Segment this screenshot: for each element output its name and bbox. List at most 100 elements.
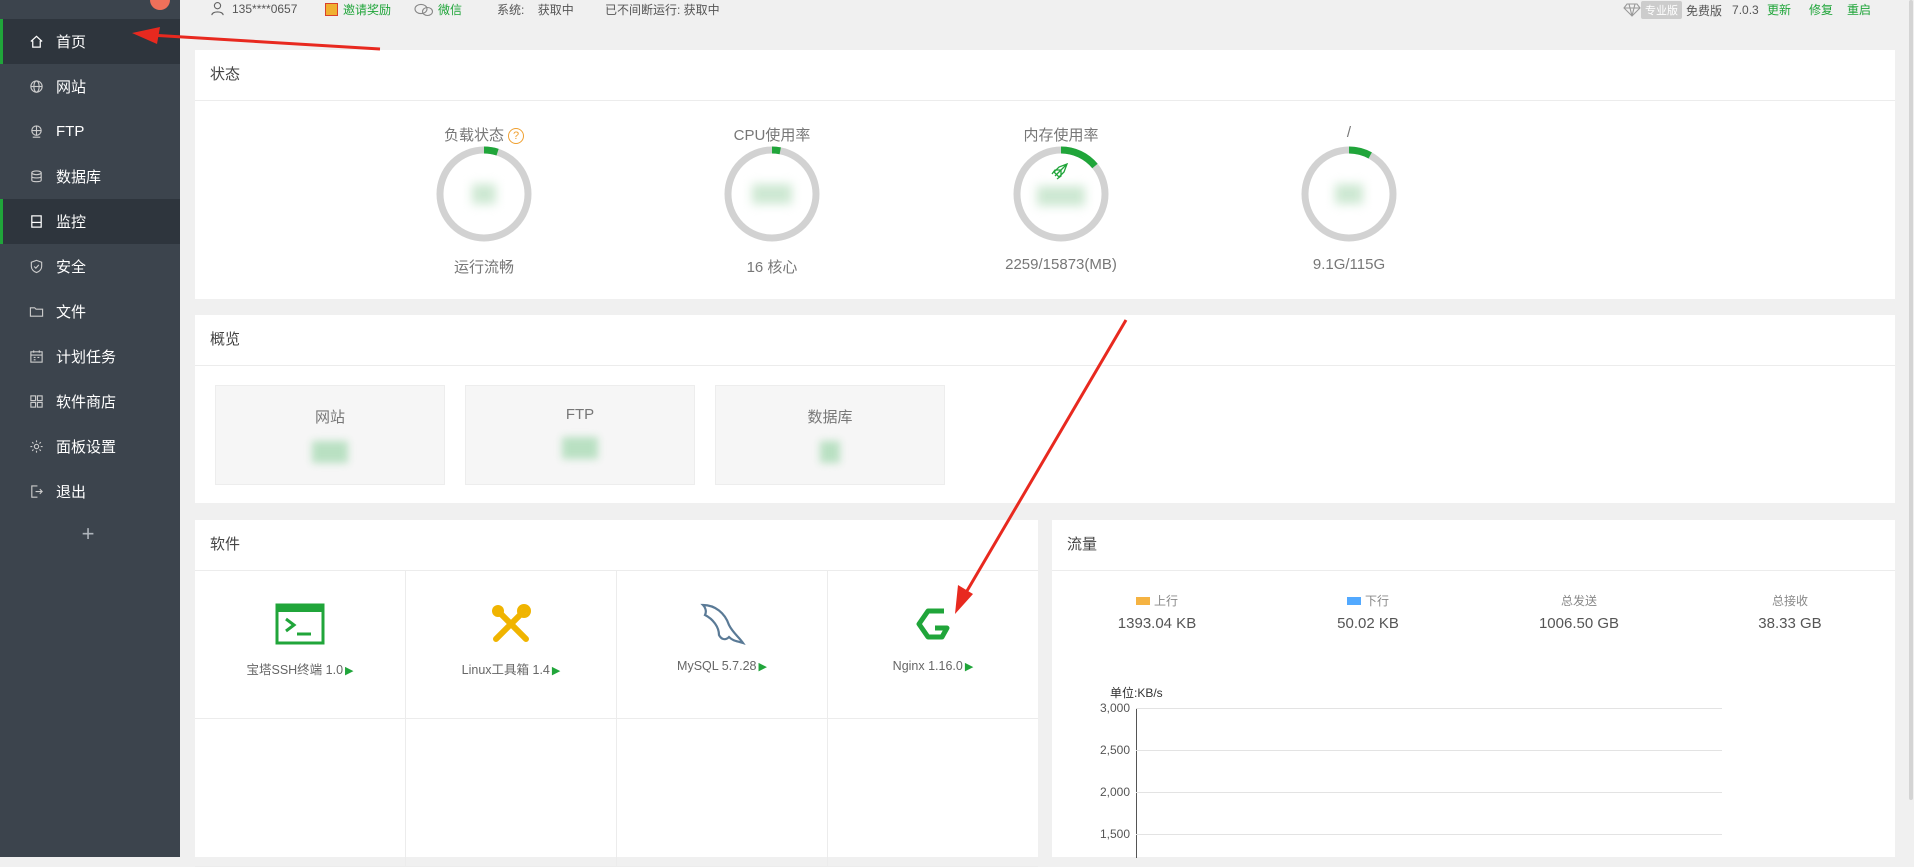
sidebar: 首页 网站 FTP 数据库 监控 安全 文件 计划任务 软件商店 面板设置 退出…: [0, 0, 180, 857]
sidebar-item-label: 软件商店: [56, 394, 117, 411]
add-shortcut-button[interactable]: +: [76, 522, 100, 546]
software-nginx[interactable]: Nginx 1.16.0 ▶: [828, 571, 1038, 719]
traffic-label: 总发送: [1560, 594, 1597, 608]
software-empty-slot[interactable]: [617, 719, 828, 867]
load-gauge[interactable]: 负载状态? 运行流畅: [404, 124, 564, 277]
home-icon: [28, 34, 44, 50]
sidebar-item-database[interactable]: 数据库: [0, 154, 180, 199]
globe-icon: [28, 79, 44, 95]
gauge-subtitle: 2259/15873(MB): [1005, 256, 1117, 273]
ftp-icon: [28, 124, 44, 140]
traffic-label: 上行: [1153, 594, 1178, 608]
chart-gridline: [1136, 834, 1722, 835]
annotation-arrow-home: [149, 33, 381, 51]
sidebar-item-label: 网站: [56, 79, 87, 96]
software-empty-slot[interactable]: [828, 719, 1038, 867]
sidebar-item-security[interactable]: 安全: [0, 244, 180, 289]
mysql-dolphin-icon: [695, 597, 749, 651]
sidebar-item-label: FTP: [56, 123, 85, 140]
terminal-icon: [273, 597, 327, 651]
sidebar-item-cron[interactable]: 计划任务: [0, 334, 180, 379]
sidebar-item-label: 面板设置: [56, 439, 117, 456]
scrollbar-thumb[interactable]: [1909, 0, 1913, 800]
page-scrollbar[interactable]: [1908, 0, 1914, 857]
sidebar-item-label: 计划任务: [56, 349, 117, 366]
software-empty-slot[interactable]: [406, 719, 617, 867]
play-icon[interactable]: ▶: [758, 661, 766, 673]
gear-icon: [28, 439, 44, 455]
software-empty-slot[interactable]: [195, 719, 406, 867]
software-ssh-terminal[interactable]: 宝塔SSH终端 1.0 ▶: [195, 571, 406, 719]
version-number: 7.0.3: [1732, 3, 1759, 17]
tools-icon: [484, 597, 538, 651]
sidebar-item-website[interactable]: 网站: [0, 64, 180, 109]
panel-title: 概览: [210, 331, 241, 348]
gauge-value-hidden: [752, 184, 792, 204]
gauge-ring: [722, 144, 822, 244]
software-mysql[interactable]: MySQL 5.7.28 ▶: [617, 571, 828, 719]
gauge-subtitle: 16 核心: [746, 259, 798, 276]
gauge-label: CPU使用率: [733, 127, 811, 144]
gauge-value-hidden: [1037, 186, 1085, 206]
rocket-icon[interactable]: [1051, 162, 1069, 180]
memory-gauge[interactable]: 内存使用率 2259/15873(MB): [981, 124, 1141, 273]
divider: [195, 100, 1895, 101]
divider: [1052, 570, 1895, 571]
top-info-bar: 135****0657 邀请奖励 微信 系统: 获取中 已不间断运行: 获取中 …: [195, 0, 1895, 19]
overview-label: 数据库: [807, 409, 853, 426]
panel-title: 流量: [1067, 536, 1098, 553]
gauge-subtitle: 9.1G/115G: [1312, 256, 1386, 273]
notification-badge[interactable]: [150, 0, 170, 10]
traffic-value: 38.33 GB: [1758, 615, 1822, 632]
overview-ftp-box[interactable]: FTP: [465, 385, 695, 485]
pro-edition-tag[interactable]: 专业版: [1641, 1, 1682, 19]
downstream-legend-swatch[interactable]: [1346, 596, 1361, 605]
wechat-link[interactable]: 微信: [414, 1, 462, 18]
traffic-panel: 流量 上行 1393.04 KB 下行 50.02 KB 总发送 1006.50…: [1052, 520, 1895, 858]
edition-info: 专业版 免费版 7.0.3: [1623, 1, 1759, 19]
chart-y-tick: 2,500: [1099, 743, 1130, 757]
sidebar-item-monitor[interactable]: 监控: [0, 199, 180, 244]
gift-icon: [325, 3, 338, 16]
overview-website-box[interactable]: 网站: [215, 385, 445, 485]
software-name: Nginx 1.16.0: [892, 659, 963, 673]
system-info: 系统: 获取中: [497, 3, 574, 17]
restart-button[interactable]: 重启: [1847, 1, 1871, 18]
play-icon[interactable]: ▶: [552, 665, 560, 677]
overview-panel: 概览 网站 FTP 数据库: [195, 315, 1895, 503]
invite-reward-link[interactable]: 邀请奖励: [325, 1, 391, 18]
monitor-icon: [28, 214, 44, 230]
folder-icon: [28, 304, 44, 320]
chart-gridline: [1136, 792, 1722, 793]
play-icon[interactable]: ▶: [965, 661, 973, 673]
panel-title: 状态: [210, 66, 241, 83]
sidebar-item-logout[interactable]: 退出: [0, 469, 180, 514]
play-icon[interactable]: ▶: [345, 665, 353, 677]
overview-database-box[interactable]: 数据库: [715, 385, 945, 485]
sidebar-item-label: 退出: [56, 484, 87, 501]
sidebar-item-files[interactable]: 文件: [0, 289, 180, 334]
disk-gauge[interactable]: / 9.1G/115G: [1269, 124, 1429, 273]
chart-gridline: [1136, 750, 1722, 751]
diamond-icon: [1623, 3, 1641, 17]
traffic-label: 总接收: [1771, 594, 1808, 608]
cpu-gauge[interactable]: CPU使用率 16 核心: [692, 124, 852, 277]
grid-icon: [28, 394, 44, 410]
sidebar-item-store[interactable]: 软件商店: [0, 379, 180, 424]
sidebar-item-home[interactable]: 首页: [0, 19, 180, 64]
sidebar-item-settings[interactable]: 面板设置: [0, 424, 180, 469]
user-account[interactable]: 135****0657: [210, 1, 297, 16]
nginx-icon: [906, 597, 960, 651]
sidebar-item-ftp[interactable]: FTP: [0, 109, 180, 154]
gauge-ring: [1299, 144, 1399, 244]
repair-button[interactable]: 修复: [1809, 1, 1833, 18]
upstream-legend-swatch[interactable]: [1135, 596, 1150, 605]
traffic-value: 1006.50 GB: [1538, 615, 1620, 632]
help-icon[interactable]: ?: [508, 128, 524, 144]
user-icon: [211, 2, 224, 16]
software-linux-toolbox[interactable]: Linux工具箱 1.4 ▶: [406, 571, 617, 719]
software-name: Linux工具箱 1.4: [461, 663, 550, 677]
sidebar-item-label: 文件: [56, 304, 87, 321]
traffic-value: 1393.04 KB: [1117, 615, 1197, 632]
update-button[interactable]: 更新: [1767, 1, 1791, 18]
